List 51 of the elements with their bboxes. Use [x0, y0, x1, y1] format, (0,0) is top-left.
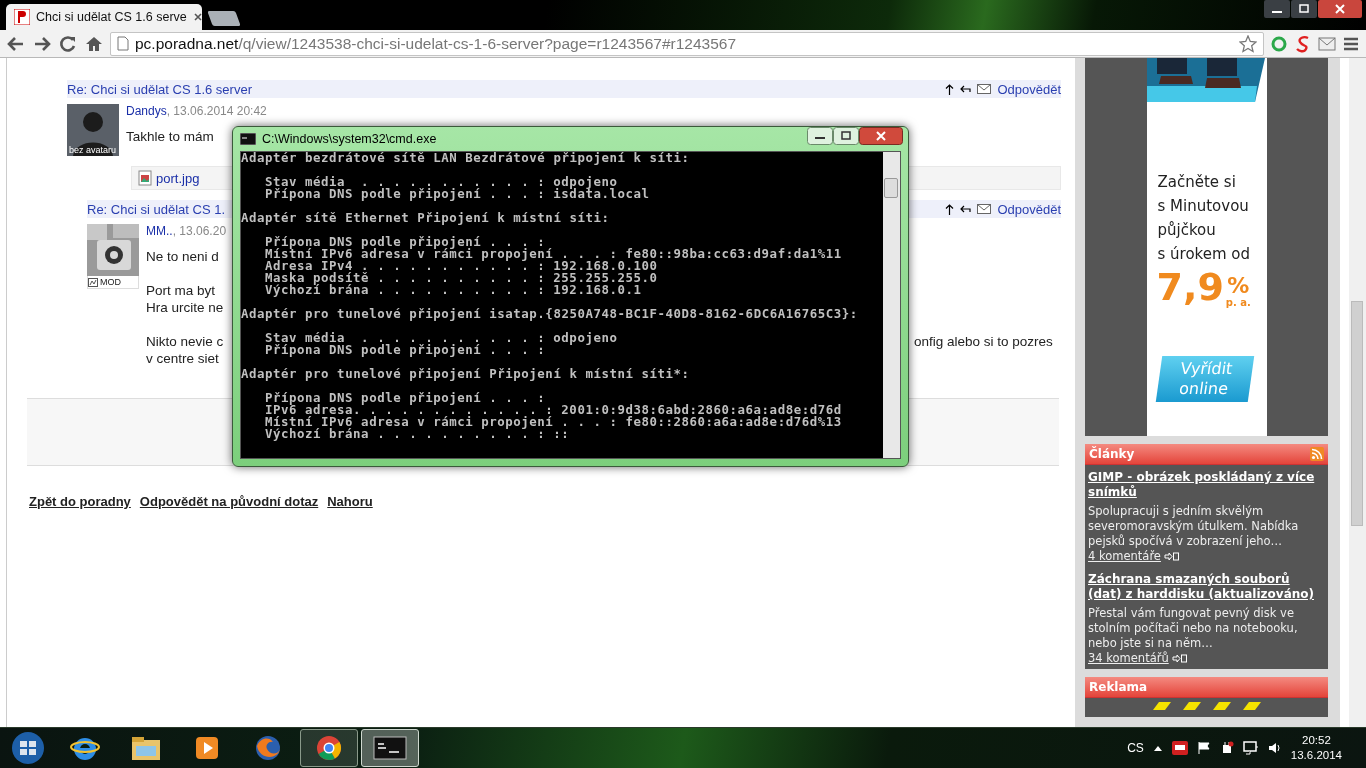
article-excerpt: Přestal vám fungovat pevný disk ve stolním počítači nebo na notebooku, nebo jste si na něm… — [1088, 606, 1299, 651]
post-text: Port ma byt — [146, 282, 216, 299]
post-text: Nikto nevie c — [146, 333, 224, 350]
console-text: Přípona DNS podle připojení . . . : — [265, 234, 546, 249]
article-excerpt: Spolupracuji s jedním skvělým severomoravským útulkem. Nabídka pejsků spočívá v zobrazení jeho… — [1088, 504, 1300, 549]
console-text: Adaptér sítě Ethernet Připojení k místní síti: — [241, 210, 610, 225]
attachment-link[interactable]: port.jpg — [156, 170, 200, 186]
console-text: Maska podsítě . . . . . . . . . . : 255.255.255.0 — [265, 270, 658, 285]
post-text: Takhle to mám — [126, 128, 214, 145]
console-text: Stav média . . . . . . . . . . . : odpojeno — [265, 330, 618, 345]
ad-rate-unit: p. a. — [1225, 297, 1251, 308]
article-link[interactable]: GIMP - obrázek poskládaný z více snímků — [1088, 470, 1325, 500]
browser-tab[interactable]: Chci si udělat CS 1.6 serve — [6, 4, 202, 30]
console-text: Přípona DNS podle připojení . . . : — [265, 390, 546, 405]
author-link[interactable]: Dandys — [126, 104, 167, 118]
console-text: Místní IPv6 adresa v rámci propojení . . . : fe80::2860:a6a:ad8e:d76d%13 — [265, 414, 842, 429]
ad-text: Začněte si — [1157, 172, 1237, 193]
footer-link[interactable]: Zpět do poradny — [29, 494, 131, 509]
comments-link[interactable]: 34 komentářů — [1088, 651, 1169, 666]
language-indicator[interactable]: CS — [1127, 741, 1144, 755]
post-text: onfig alebo si to pozres — [914, 333, 1053, 350]
console-text: Adaptér pro tunelové připojení isatap.{8250A748-BC1F-40D8-8162-6DC6A16765C3}: — [241, 306, 858, 321]
ad-text: půjčkou — [1157, 220, 1217, 241]
footer-link[interactable]: Nahoru — [327, 494, 373, 509]
footer-link[interactable]: Odpovědět na původní dotaz — [139, 494, 319, 509]
post-text: Hra urcite ne — [146, 299, 224, 316]
post-date: , 13.06.2014 20:42 — [166, 104, 267, 118]
author-link[interactable]: MM.. — [146, 224, 173, 238]
avatar-label: bez avataru — [69, 145, 117, 155]
avatar-label: MOD — [100, 277, 121, 287]
window-title: C:\Windows\system32\cmd.exe — [262, 132, 437, 146]
console-text: Adaptér pro tunelové připojení Připojení k místní síti*: — [241, 366, 690, 381]
ad-text: s úrokem od — [1157, 244, 1252, 265]
ad-text: s Minutovou — [1157, 196, 1250, 217]
address-field[interactable]: pc.poradna.net/q/view/1243538-chci-si-udelat-cs-1-6-server?page=r1243567#r1243567 — [110, 31, 1264, 56]
console-text: Stav média . . . . . . . . . . . : odpojeno — [265, 174, 618, 189]
comments-link[interactable]: 4 komentáře — [1088, 549, 1161, 564]
post-text: Ne to neni d — [146, 248, 219, 265]
reply-link[interactable]: Odpovědět — [997, 81, 1061, 97]
percent-sign: % — [1227, 275, 1250, 297]
panel-title: Reklama — [1089, 680, 1148, 694]
console-text: Přípona DNS podle připojení . . . : — [265, 342, 546, 357]
article-link[interactable]: Záchrana smazaných souborů (dat) z harddisku (aktualizováno) — [1088, 572, 1325, 602]
clock[interactable]: 20:52 13.6.2014 — [1290, 733, 1342, 763]
reply-link[interactable]: Odpovědět — [997, 201, 1061, 217]
post-date: , 13.06.20 — [172, 224, 227, 238]
ad-rate: 7,9 — [1156, 266, 1224, 308]
console-text: Adaptér bezdrátové sítě LAN Bezdrátové připojení k síti: — [241, 152, 690, 165]
post-text: v centre siet — [146, 350, 219, 367]
post-title-link[interactable]: Re: Chci si udělat CS 1. — [87, 201, 225, 217]
post-title-link[interactable]: Re: Chci si udělat CS 1.6 server — [67, 81, 252, 97]
